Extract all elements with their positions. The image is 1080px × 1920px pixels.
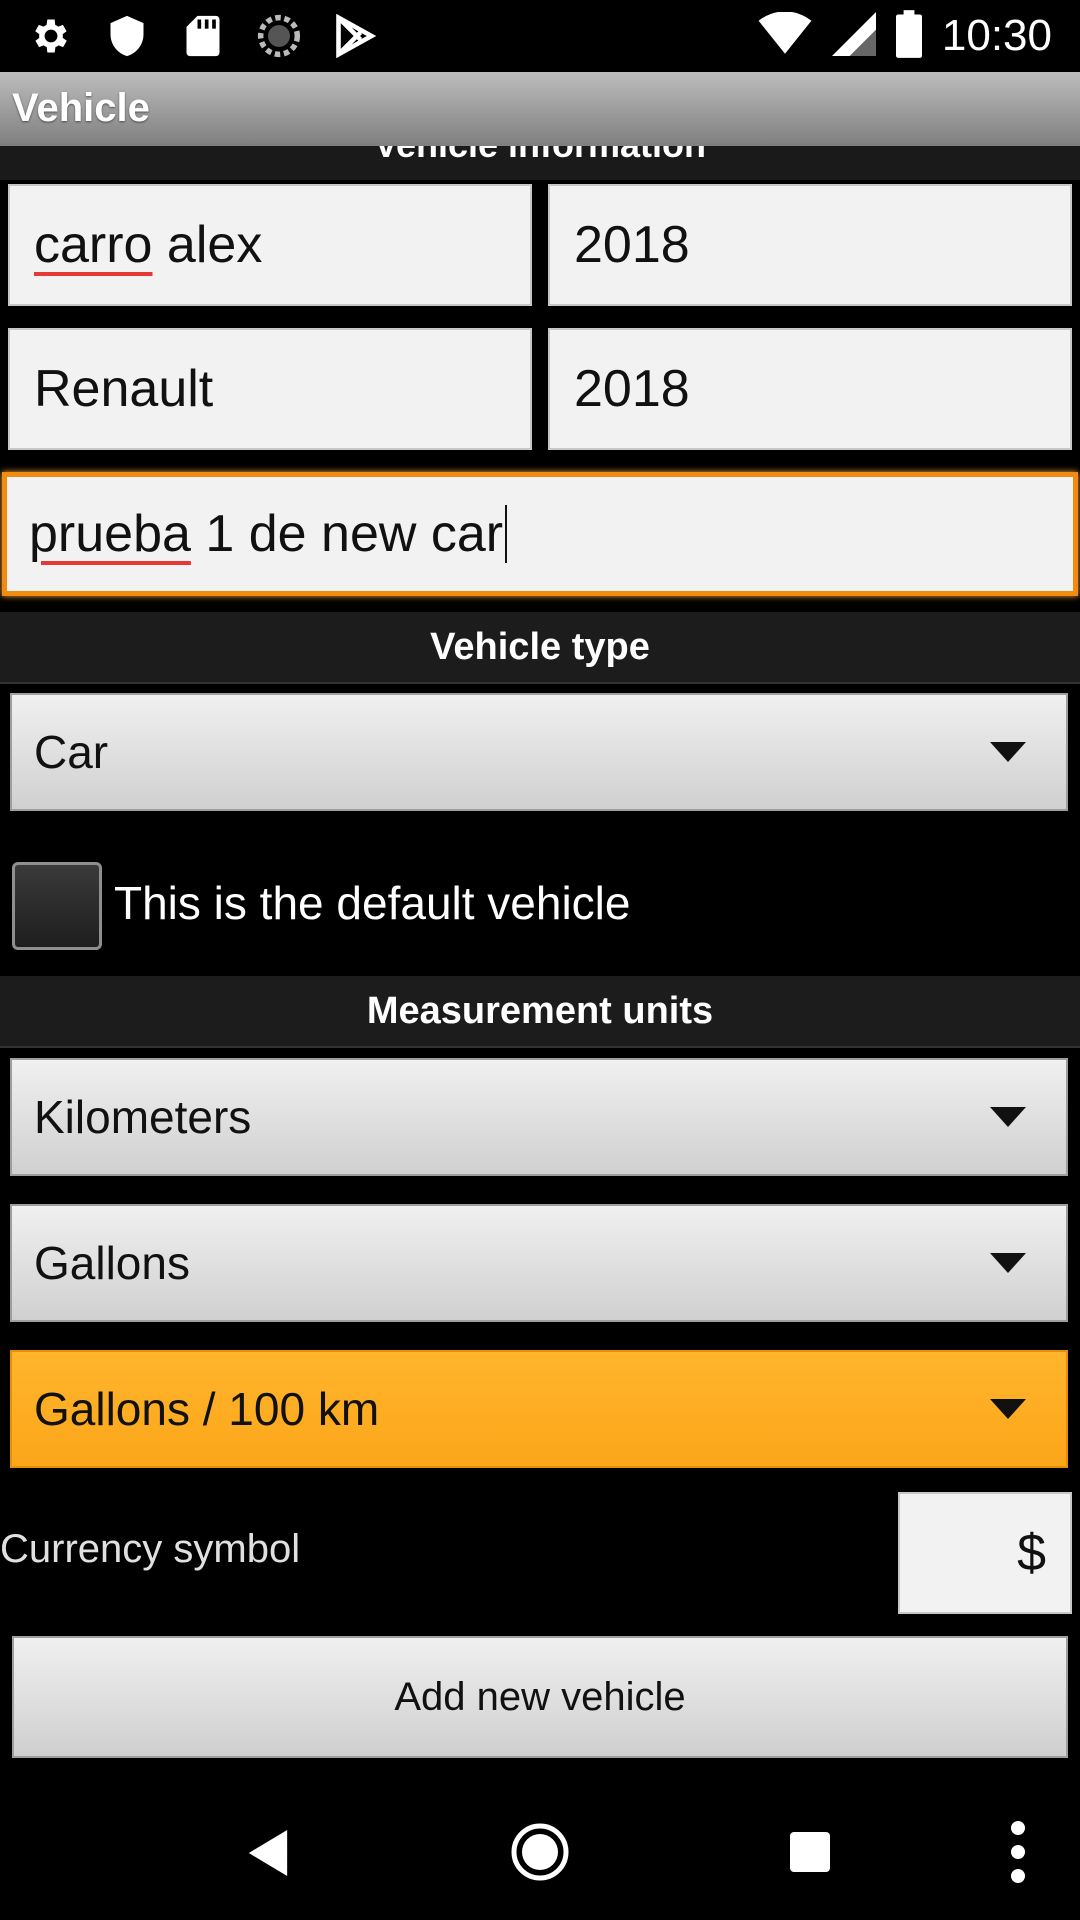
vehicle-name-field[interactable]: carro alex: [8, 184, 532, 306]
text-cursor: [505, 505, 508, 563]
dropdown-value: Car: [34, 726, 109, 778]
currency-label: Currency symbol: [0, 1527, 301, 1571]
misspelled-word: prueba: [29, 505, 191, 563]
dropdown-value: Kilometers: [34, 1091, 252, 1143]
volume-unit-dropdown[interactable]: Gallons: [10, 1204, 1068, 1322]
chevron-down-icon: [990, 1399, 1026, 1419]
status-bar: 10:30: [0, 0, 1080, 72]
currency-symbol-field[interactable]: $: [898, 1492, 1072, 1614]
year-field[interactable]: 2018: [548, 184, 1072, 306]
gear-icon: [28, 13, 74, 59]
notification-icons: [28, 10, 378, 62]
system-status: 10:30: [758, 8, 1052, 64]
sync-icon: [256, 13, 302, 59]
navigation-bar: [0, 1790, 1080, 1920]
model-year-field[interactable]: 2018: [548, 328, 1072, 450]
battery-icon: [895, 9, 922, 63]
back-icon[interactable]: [248, 1830, 288, 1881]
chevron-down-icon: [990, 742, 1026, 762]
cell-signal-icon: [831, 11, 876, 61]
vehicle-type-dropdown[interactable]: Car: [10, 693, 1068, 811]
make-field[interactable]: Renault: [8, 328, 532, 450]
clock: 10:30: [941, 11, 1052, 60]
distance-unit-dropdown[interactable]: Kilometers: [10, 1058, 1068, 1176]
section-header-measurement-units: Measurement units: [0, 976, 1080, 1048]
page-title: Vehicle: [12, 86, 150, 130]
add-vehicle-button[interactable]: Add new vehicle: [12, 1636, 1068, 1758]
misspelled-word: carro: [34, 216, 153, 274]
default-vehicle-label: This is the default vehicle: [114, 877, 631, 929]
dropdown-value: Gallons: [34, 1237, 190, 1289]
recents-icon[interactable]: [790, 1832, 830, 1877]
play-store-icon: [332, 13, 378, 59]
shield-icon: [104, 13, 150, 59]
consumption-unit-dropdown[interactable]: Gallons / 100 km: [10, 1350, 1068, 1468]
chevron-down-icon: [990, 1107, 1026, 1127]
dropdown-value: Gallons / 100 km: [34, 1383, 380, 1435]
wifi-icon: [758, 10, 812, 61]
action-bar: Vehicle: [0, 72, 1080, 146]
description-field[interactable]: prueba 1 de new car: [2, 472, 1078, 596]
sd-card-icon: [180, 13, 226, 59]
section-header-vehicle-information: Vehicle information: [0, 146, 1080, 180]
section-header-vehicle-type: Vehicle type: [0, 612, 1080, 684]
default-vehicle-checkbox[interactable]: [12, 862, 102, 950]
chevron-down-icon: [990, 1253, 1026, 1273]
home-icon[interactable]: [510, 1822, 570, 1887]
more-options-icon[interactable]: [1006, 1820, 1030, 1889]
